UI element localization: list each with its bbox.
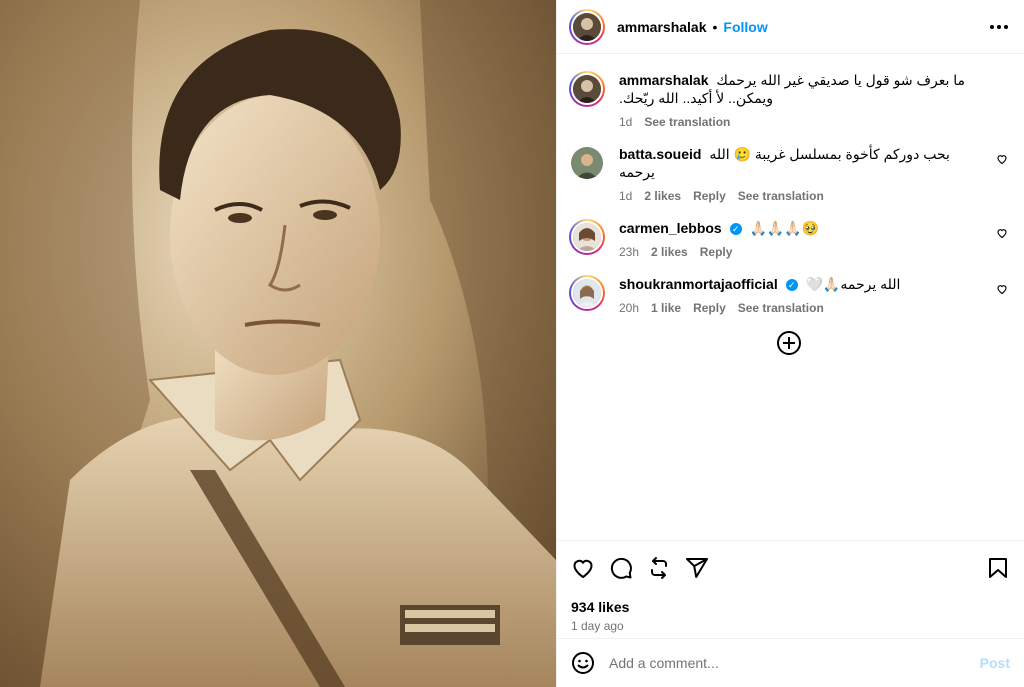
post-details-panel: ammarshalak • Follow ammarshalak ما بعرف…: [556, 0, 1024, 687]
speech-bubble-icon: [610, 557, 632, 579]
comment-likes[interactable]: 1 like: [651, 301, 681, 315]
add-comment-bar: Post: [557, 638, 1024, 687]
load-more-comments: [569, 331, 1008, 355]
see-translation-link[interactable]: See translation: [738, 189, 824, 203]
avatar-image-icon: [573, 12, 601, 41]
list-item: carmen_lebbos ✓ 🙏🏻🙏🏻🙏🏻🥹 23h 2 likes Repl…: [569, 219, 1008, 259]
see-translation-link[interactable]: See translation: [644, 115, 730, 129]
comment-username[interactable]: shoukranmortajaofficial: [619, 276, 778, 292]
follow-button[interactable]: Follow: [723, 19, 767, 35]
comment-username[interactable]: carmen_lebbos: [619, 220, 722, 236]
comment-time: 20h: [619, 301, 640, 315]
emoji-smile-icon[interactable]: [571, 651, 595, 675]
post-image[interactable]: [0, 0, 556, 687]
avatar-image-icon: [573, 75, 601, 103]
bookmark-icon: [989, 558, 1007, 578]
separator-dot: •: [712, 18, 718, 35]
reply-button[interactable]: Reply: [700, 245, 733, 259]
reply-button[interactable]: Reply: [693, 301, 726, 315]
avatar-image-icon: [571, 147, 603, 179]
plus-circle-icon[interactable]: [776, 331, 801, 355]
likes-count[interactable]: 934 likes: [571, 599, 1010, 615]
list-item: batta.soueid بحب دوركم كأخوة بمسلسل غريب…: [569, 145, 1008, 203]
comment-time: 1d: [619, 189, 633, 203]
share-button[interactable]: [685, 556, 709, 580]
verified-badge-icon: ✓: [729, 223, 742, 236]
verified-badge-icon: ✓: [785, 279, 798, 292]
comment-input[interactable]: [609, 655, 980, 671]
comment-text: 🤍🙏🏻الله يرحمه: [805, 276, 901, 292]
save-button[interactable]: [986, 556, 1010, 580]
repost-button[interactable]: [647, 556, 671, 580]
comment-button[interactable]: [609, 556, 633, 580]
heart-icon: [573, 559, 593, 579]
post-comment-button[interactable]: Post: [980, 655, 1010, 671]
caption-meta: 1d See translation: [619, 115, 984, 129]
caption-username[interactable]: ammarshalak: [619, 72, 709, 88]
caption-line-1: ما بعرف شو قول يا صديقي غير الله يرحمك: [716, 72, 966, 88]
avatar[interactable]: [569, 275, 605, 311]
comment-likes[interactable]: 2 likes: [651, 245, 688, 259]
more-options-icon[interactable]: [990, 24, 1008, 29]
like-button[interactable]: [571, 556, 595, 580]
avatar[interactable]: [569, 8, 605, 45]
comments-list: ammarshalak ما بعرف شو قول يا صديقي غير …: [557, 55, 1024, 540]
like-heart-icon[interactable]: [996, 227, 1008, 239]
comment-username[interactable]: batta.soueid: [619, 146, 701, 162]
reply-button[interactable]: Reply: [693, 189, 726, 203]
see-translation-link[interactable]: See translation: [738, 301, 824, 315]
caption-text: ammarshalak ما بعرف شو قول يا صديقي غير …: [619, 71, 984, 107]
avatar-image-icon: [573, 279, 601, 307]
post-header: ammarshalak • Follow: [557, 0, 1024, 54]
portrait-photo: [0, 0, 556, 687]
comment-likes[interactable]: 2 likes: [644, 189, 681, 203]
avatar[interactable]: [569, 71, 605, 107]
caption: ammarshalak ما بعرف شو قول يا صديقي غير …: [569, 71, 1008, 129]
caption-line-2: ويمكن.. لأ أكيد.. الله ريّحك.: [619, 90, 774, 106]
caption-time: 1d: [619, 115, 633, 129]
header-username[interactable]: ammarshalak: [617, 19, 707, 35]
avatar-image-icon: [573, 223, 601, 251]
like-heart-icon[interactable]: [996, 283, 1008, 295]
paper-plane-icon: [686, 558, 708, 578]
post-timestamp: 1 day ago: [571, 619, 624, 633]
comment-text: 🙏🏻🙏🏻🙏🏻🥹: [749, 220, 820, 236]
comment-time: 23h: [619, 245, 640, 259]
avatar[interactable]: [569, 219, 605, 255]
post-actions: 934 likes 1 day ago: [557, 540, 1024, 633]
avatar[interactable]: [569, 145, 605, 181]
like-heart-icon[interactable]: [996, 153, 1008, 165]
list-item: shoukranmortajaofficial ✓ 🤍🙏🏻الله يرحمه …: [569, 275, 1008, 315]
repost-icon: [651, 557, 667, 579]
